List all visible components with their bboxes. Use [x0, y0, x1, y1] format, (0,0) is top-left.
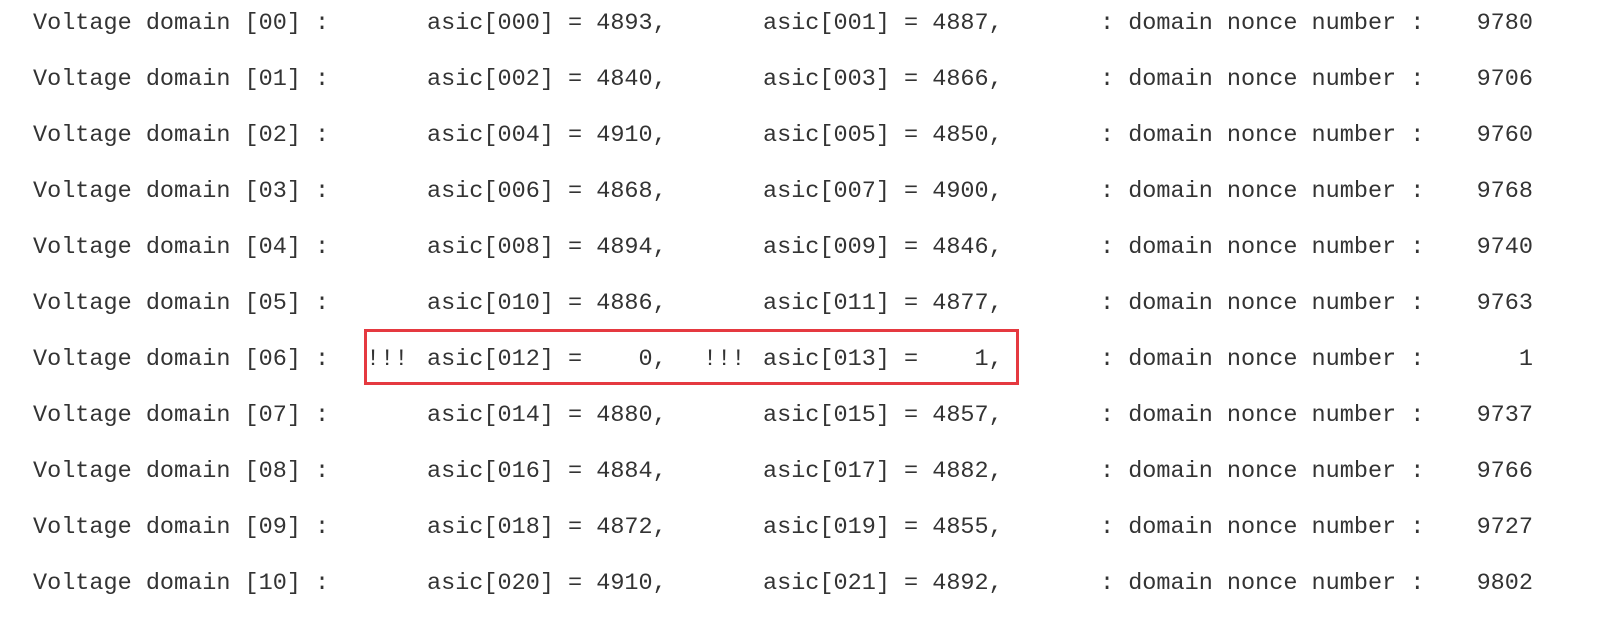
asic-count: asic[005] = 4850, [763, 122, 1003, 149]
domain-label: Voltage domain [03] : [33, 178, 330, 205]
nonce-number: 9727 [1476, 514, 1533, 541]
nonce-number: 9760 [1476, 122, 1533, 149]
asic-count: asic[004] = 4910, [427, 122, 667, 149]
asic-count: asic[000] = 4893, [427, 10, 667, 37]
domain-label: Voltage domain [08] : [33, 458, 330, 485]
asic-count: asic[010] = 4886, [427, 290, 667, 317]
asic-count: asic[014] = 4880, [427, 402, 667, 429]
asic-count: asic[001] = 4887, [763, 10, 1003, 37]
asic-count: asic[006] = 4868, [427, 178, 667, 205]
domain-label: Voltage domain [01] : [33, 66, 330, 93]
asic-count: asic[012] = 0, [427, 346, 667, 373]
log-line: Voltage domain [09] : asic[018] = 4872, as… [0, 509, 1614, 565]
nonce-number: 9706 [1476, 66, 1533, 93]
warning-flag: !!! [366, 346, 409, 373]
log-line: Voltage domain [04] : asic[008] = 4894, as… [0, 229, 1614, 285]
log-line: Voltage domain [07] : asic[014] = 4880, as… [0, 397, 1614, 453]
nonce-label: : domain nonce number : [1100, 178, 1425, 205]
domain-label: Voltage domain [02] : [33, 122, 330, 149]
nonce-number: 9802 [1476, 570, 1533, 597]
nonce-label: : domain nonce number : [1100, 290, 1425, 317]
log-line: Voltage domain [02] : asic[004] = 4910, as… [0, 117, 1614, 173]
nonce-label: : domain nonce number : [1100, 458, 1425, 485]
nonce-label: : domain nonce number : [1100, 234, 1425, 261]
nonce-label: : domain nonce number : [1100, 570, 1425, 597]
nonce-number: 9740 [1476, 234, 1533, 261]
log-line: Voltage domain [10] : asic[020] = 4910, as… [0, 565, 1614, 621]
domain-label: Voltage domain [10] : [33, 570, 330, 597]
domain-label: Voltage domain [07] : [33, 402, 330, 429]
domain-label: Voltage domain [06] : [33, 346, 330, 373]
asic-count: asic[013] = 1, [763, 346, 1003, 373]
asic-count: asic[003] = 4866, [763, 66, 1003, 93]
asic-count: asic[008] = 4894, [427, 234, 667, 261]
nonce-number: 9737 [1476, 402, 1533, 429]
domain-label: Voltage domain [04] : [33, 234, 330, 261]
nonce-label: : domain nonce number : [1100, 66, 1425, 93]
nonce-number: 9766 [1476, 458, 1533, 485]
log-line: Voltage domain [01] : asic[002] = 4840, as… [0, 61, 1614, 117]
log-line: Voltage domain [08] : asic[016] = 4884, as… [0, 453, 1614, 509]
domain-label: Voltage domain [05] : [33, 290, 330, 317]
warning-flag: !!! [703, 346, 746, 373]
nonce-label: : domain nonce number : [1100, 122, 1425, 149]
asic-count: asic[021] = 4892, [763, 570, 1003, 597]
asic-count: asic[002] = 4840, [427, 66, 667, 93]
log-line: Voltage domain [03] : asic[006] = 4868, as… [0, 173, 1614, 229]
asic-count: asic[016] = 4884, [427, 458, 667, 485]
asic-count: asic[017] = 4882, [763, 458, 1003, 485]
nonce-label: : domain nonce number : [1100, 346, 1425, 373]
asic-count: asic[007] = 4900, [763, 178, 1003, 205]
nonce-number: 9780 [1476, 10, 1533, 37]
asic-count: asic[015] = 4857, [763, 402, 1003, 429]
asic-count: asic[020] = 4910, [427, 570, 667, 597]
log-line: Voltage domain [00] : asic[000] = 4893, as… [0, 5, 1614, 61]
asic-count: asic[019] = 4855, [763, 514, 1003, 541]
nonce-number: 1 [1518, 346, 1533, 373]
asic-count: asic[011] = 4877, [763, 290, 1003, 317]
nonce-label: : domain nonce number : [1100, 402, 1425, 429]
domain-label: Voltage domain [00] : [33, 10, 330, 37]
nonce-number: 9763 [1476, 290, 1533, 317]
log-line: Voltage domain [05] : asic[010] = 4886, as… [0, 285, 1614, 341]
domain-label: Voltage domain [09] : [33, 514, 330, 541]
log-line: Voltage domain [06] :!!! asic[012] = 0,!!… [0, 341, 1614, 397]
asic-count: asic[018] = 4872, [427, 514, 667, 541]
nonce-label: : domain nonce number : [1100, 10, 1425, 37]
asic-count: asic[009] = 4846, [763, 234, 1003, 261]
nonce-label: : domain nonce number : [1100, 514, 1425, 541]
nonce-number: 9768 [1476, 178, 1533, 205]
